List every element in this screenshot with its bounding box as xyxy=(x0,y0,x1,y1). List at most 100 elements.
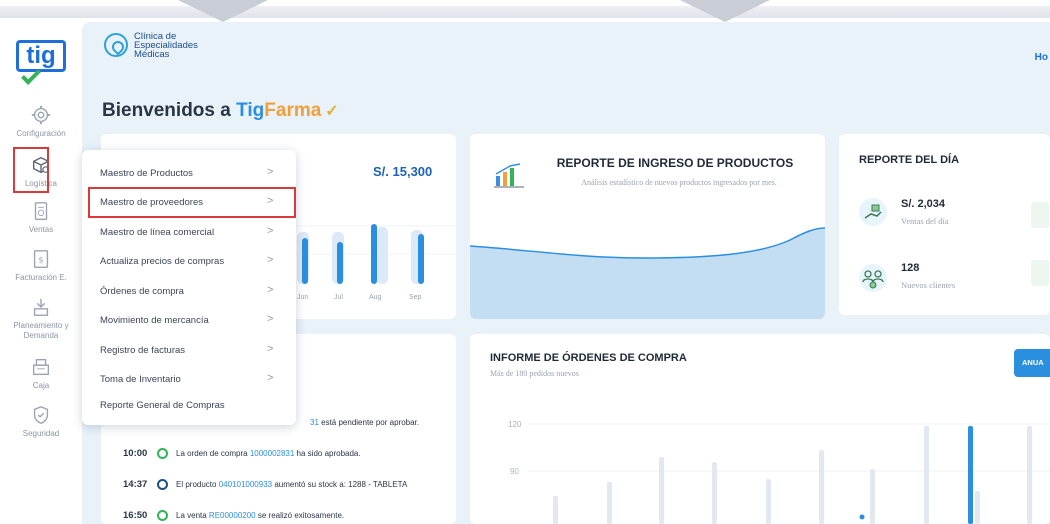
activity-text: El producto xyxy=(176,480,219,489)
page-title: Bienvenidos a TigFarma ✓ xyxy=(102,100,339,122)
sidebar-item-seguridad[interactable]: Seguridad xyxy=(0,404,82,438)
menu-highlight xyxy=(88,187,296,218)
menu-item-label: Registro de facturas xyxy=(100,345,186,356)
order-bar xyxy=(924,426,929,524)
bar-chart-icon xyxy=(494,163,524,188)
sidebar-item-label: Seguridad xyxy=(22,429,60,438)
sidebar-item-configuracion[interactable]: Configuración xyxy=(0,104,82,138)
daily-sales-value: S/. 2,034 xyxy=(901,198,946,210)
store-icon xyxy=(1031,260,1049,286)
activity-text: está pendiente por aprobar. xyxy=(318,418,419,427)
bar-jul xyxy=(337,242,343,284)
status-dot-icon xyxy=(157,510,168,522)
activity-row: 10:00 La orden de compra 1000002831 ha si… xyxy=(123,448,361,460)
bar-shadow xyxy=(376,227,388,284)
sidebar-item-planeamiento[interactable]: Planeamiento y Demanda xyxy=(0,296,82,341)
order-bar xyxy=(819,450,824,524)
order-bar xyxy=(659,457,664,524)
activity-partial-row: 31 está pendiente por aprobar. xyxy=(310,418,419,427)
order-bar xyxy=(870,469,875,524)
status-dot-icon xyxy=(157,479,168,491)
order-bar xyxy=(766,479,771,524)
order-bar xyxy=(553,496,558,524)
clinic-name: Clínica de Especialidades Médicas xyxy=(134,32,224,60)
menu-item-movimiento-mercancia[interactable]: Movimiento de mercancía > xyxy=(82,306,296,335)
clients-icon xyxy=(859,264,887,292)
menu-item-label: Toma de Inventario xyxy=(100,374,181,385)
shield-icon xyxy=(30,404,52,426)
activity-text: La venta xyxy=(176,511,209,520)
top-strip xyxy=(0,0,1050,22)
chevron-right-icon: > xyxy=(267,284,274,296)
sales-hand-icon xyxy=(859,198,887,226)
sidebar-item-label: Planeamiento y Demanda xyxy=(13,321,69,340)
menu-item-actualiza-precios[interactable]: Actualiza precios de compras > xyxy=(82,247,296,276)
product-intake-report-card: REPORTE DE INGRESO DE PRODUCTOS Análisis… xyxy=(470,134,825,319)
sidebar-item-facturacion[interactable]: $ Facturación E. xyxy=(0,248,82,282)
clinic-logo-icon xyxy=(104,33,128,57)
brand-name: TigFarma xyxy=(236,100,321,121)
order-bar xyxy=(975,491,980,524)
planning-icon xyxy=(30,296,52,318)
clinic-name-line: Médicas xyxy=(134,49,170,60)
bar-jun xyxy=(302,238,308,284)
menu-item-registro-facturas[interactable]: Registro de facturas > xyxy=(82,336,296,365)
invoice-icon: $ xyxy=(30,248,52,270)
menu-item-label: Maestro de línea comercial xyxy=(100,227,215,238)
y-tick-label: 120 xyxy=(508,420,522,429)
activity-time: 16:50 xyxy=(123,510,148,521)
sidebar-item-ventas[interactable]: Ventas xyxy=(0,200,82,234)
intake-area-chart xyxy=(470,227,825,319)
order-point xyxy=(859,514,865,520)
activity-time: 14:37 xyxy=(123,479,148,490)
activity-text: se realizó exitosamente. xyxy=(255,511,345,520)
daily-sales-label: Ventas del día xyxy=(901,216,949,226)
product-link[interactable]: 040101000933 xyxy=(219,480,272,489)
brand-tig: Tig xyxy=(236,100,265,121)
header-link-cut[interactable]: Ho xyxy=(1035,52,1048,63)
sidebar-item-caja[interactable]: Caja xyxy=(0,356,82,390)
receipt-icon xyxy=(30,200,52,222)
menu-item-label: Maestro de Productos xyxy=(100,168,193,179)
sidebar-item-label: Configuración xyxy=(16,129,66,138)
order-link[interactable]: 1000002831 xyxy=(250,449,295,458)
chevron-right-icon: > xyxy=(267,254,274,266)
month-label: Aug xyxy=(369,294,382,301)
activity-text: aumentó su stock a: 1288 - TABLETA xyxy=(272,480,408,489)
menu-item-maestro-productos[interactable]: Maestro de Productos > xyxy=(82,159,296,188)
month-label: Jul xyxy=(334,294,343,301)
register-icon xyxy=(1031,202,1049,228)
top-notch xyxy=(680,0,770,22)
svg-text:$: $ xyxy=(38,255,43,265)
check-icon: ✓ xyxy=(325,103,339,120)
top-notch xyxy=(178,0,268,22)
cash-register-icon xyxy=(30,356,52,378)
sale-link[interactable]: RE00000200 xyxy=(209,511,256,520)
sidebar: tig Configuración Logística Ventas $ Fac… xyxy=(0,22,82,524)
y-tick-label: 90 xyxy=(510,467,519,476)
order-bar xyxy=(712,462,717,524)
month-label: Sep xyxy=(409,294,422,301)
menu-item-reporte-general[interactable]: Reporte General de Compras xyxy=(82,391,296,420)
tig-logo-text: tig xyxy=(16,40,66,72)
menu-item-ordenes-compra[interactable]: Órdenes de compra > xyxy=(82,277,296,306)
activity-text: ha sido aprobada. xyxy=(294,449,361,458)
new-clients-label: Nuevos clientes xyxy=(901,280,956,290)
activity-link[interactable]: 31 xyxy=(310,418,319,427)
sidebar-item-label: Facturación E. xyxy=(15,273,67,282)
chevron-right-icon: > xyxy=(267,313,274,325)
menu-item-maestro-linea[interactable]: Maestro de línea comercial > xyxy=(82,218,296,247)
month-label: Jun xyxy=(297,294,309,301)
tig-logo[interactable]: tig xyxy=(16,40,68,86)
sidebar-item-label: Caja xyxy=(32,381,50,390)
daily-report-title: REPORTE DEL DÍA xyxy=(859,154,960,166)
menu-item-toma-inventario[interactable]: Toma de Inventario > xyxy=(82,365,296,394)
orders-bar-chart: 120 90 xyxy=(508,420,1050,524)
daily-report-card: REPORTE DEL DÍA S/. 2,034 Ventas del día… xyxy=(839,134,1050,315)
activity-time: 10:00 xyxy=(123,448,148,459)
brand-farma: Farma xyxy=(264,100,322,121)
bar-sep xyxy=(418,234,424,284)
area-fill xyxy=(470,228,825,319)
menu-item-label: Actualiza precios de compras xyxy=(100,256,225,267)
top-bar xyxy=(0,6,1050,18)
